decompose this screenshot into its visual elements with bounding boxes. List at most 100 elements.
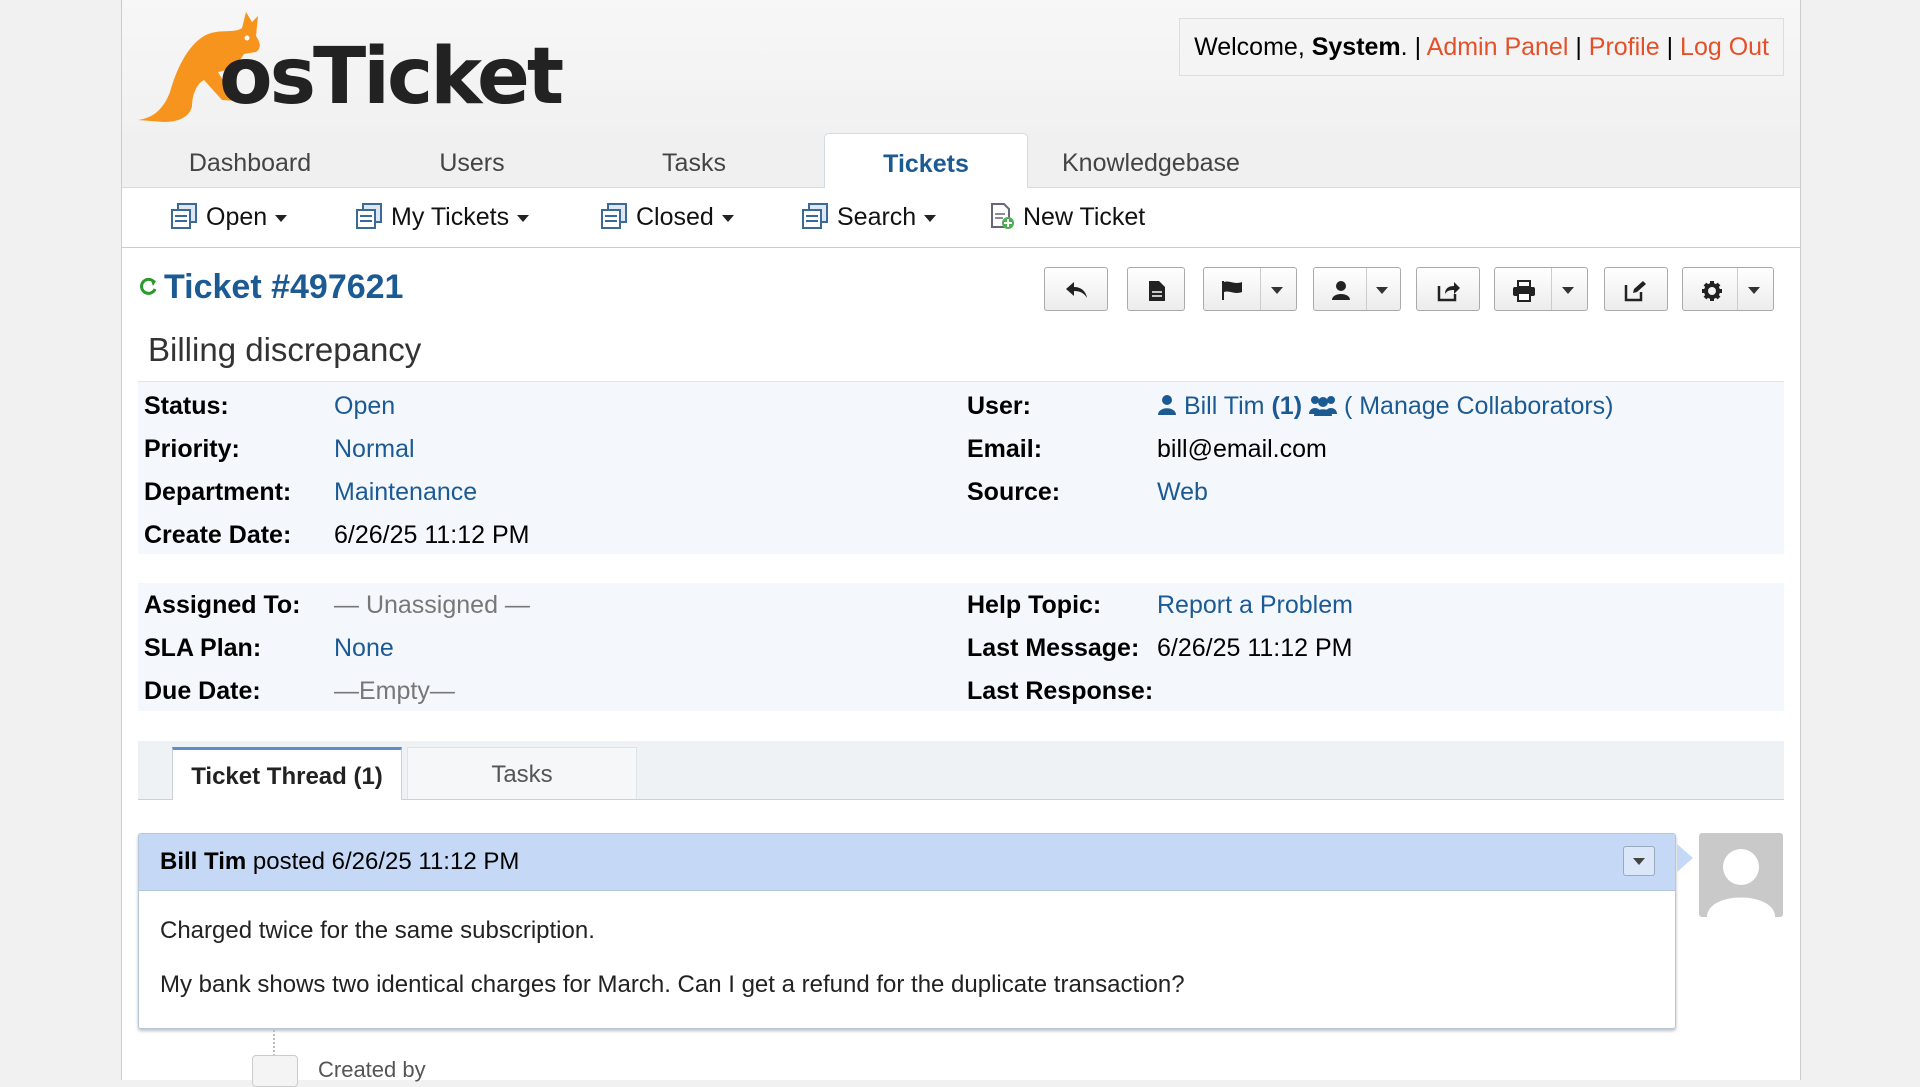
email-label: Email: (967, 435, 1043, 463)
page: osTicket Welcome, System. | Admin Panel … (121, 0, 1801, 1087)
chevron-down-icon (1376, 287, 1388, 294)
admin-panel-link[interactable]: Admin Panel (1427, 33, 1569, 61)
file-icon (1149, 281, 1165, 301)
transfer-button[interactable] (1416, 267, 1480, 311)
ticket-actions (1044, 267, 1774, 313)
assign-button[interactable] (1313, 267, 1401, 311)
print-icon (1513, 280, 1535, 302)
user-name-link[interactable]: Bill Tim (1184, 392, 1265, 420)
chevron-down-icon (517, 214, 530, 222)
refresh-icon[interactable] (138, 275, 158, 297)
subnav-new-ticket-label: New Ticket (1023, 203, 1146, 231)
user-icon (1158, 395, 1176, 415)
tickets-icon (601, 203, 627, 230)
share-icon (1437, 282, 1460, 302)
print-button[interactable] (1494, 267, 1588, 311)
profile-link[interactable]: Profile (1589, 33, 1660, 61)
sub-nav: Open My Tickets Closed Search New Ticket (122, 188, 1800, 248)
reply-icon (1066, 282, 1087, 298)
subnav-open[interactable]: Open (170, 188, 288, 247)
sla-plan-label: SLA Plan: (144, 634, 262, 662)
subnav-closed-label: Closed (636, 203, 714, 231)
chevron-down-icon (1748, 287, 1760, 294)
thread-entry-header: Bill Tim posted 6/26/25 11:12 PM (139, 834, 1693, 891)
ticket-subject: Billing discrepancy (148, 331, 422, 368)
create-date-value: 6/26/25 11:12 PM (334, 521, 530, 549)
last-response-label: Last Response: (967, 677, 1154, 705)
last-message-value: 6/26/25 11:12 PM (1157, 634, 1353, 662)
subnav-closed[interactable]: Closed (600, 188, 734, 247)
tab-dashboard[interactable]: Dashboard (150, 133, 350, 187)
assigned-to-value[interactable]: — Unassigned — (334, 591, 530, 620)
priority-value[interactable]: Normal (334, 435, 415, 464)
entry-posted: posted 6/26/25 11:12 PM (252, 848, 520, 875)
source-value[interactable]: Web (1157, 478, 1208, 507)
logo-text: osTicket (219, 32, 564, 122)
subnav-search[interactable]: Search (801, 188, 937, 247)
department-value[interactable]: Maintenance (334, 478, 477, 507)
header: osTicket Welcome, System. | Admin Panel … (122, 0, 1800, 134)
chevron-down-icon (275, 214, 288, 222)
status-value[interactable]: Open (334, 392, 395, 421)
collaborators-icon[interactable] (1308, 394, 1337, 416)
tab-users[interactable]: Users (372, 133, 572, 187)
edit-icon (1624, 281, 1646, 302)
user-value: Bill Tim (1) ( Manage Collaborators) (1157, 392, 1614, 421)
help-topic-value[interactable]: Report a Problem (1157, 591, 1353, 620)
welcome-suffix: . (1400, 33, 1408, 61)
tab-tickets[interactable]: Tickets (824, 133, 1028, 189)
welcome-user: System (1311, 33, 1401, 61)
ticket-title[interactable]: Ticket #497621 (138, 268, 403, 307)
due-date-value[interactable]: —Empty— (334, 677, 455, 706)
subnav-my-tickets[interactable]: My Tickets (355, 188, 530, 247)
tickets-icon (802, 203, 828, 230)
tickets-icon (356, 203, 382, 230)
post-note-button[interactable] (1127, 267, 1185, 311)
chevron-down-icon (1633, 858, 1645, 865)
event-text: Created by (318, 1056, 426, 1082)
last-message-label: Last Message: (967, 634, 1140, 662)
chevron-down-icon (924, 214, 937, 222)
ticket-info-secondary: Assigned To: — Unassigned — SLA Plan: No… (138, 583, 1784, 711)
gear-icon (1702, 281, 1722, 301)
entry-pointer (1677, 844, 1693, 872)
user-ticket-count: (1) (1271, 392, 1303, 420)
manage-collaborators-link[interactable]: ( Manage Collaborators) (1344, 392, 1614, 420)
flag-icon (1222, 281, 1242, 300)
ticket-info-primary: Status: Open Priority: Normal Department… (138, 381, 1784, 554)
sla-plan-value[interactable]: None (334, 634, 394, 663)
source-label: Source: (967, 478, 1061, 506)
tab-ticket-thread[interactable]: Ticket Thread (1) (172, 747, 402, 800)
status-label: Status: (144, 392, 229, 420)
reply-button[interactable] (1044, 267, 1108, 311)
chevron-down-icon (1562, 287, 1574, 294)
assigned-to-label: Assigned To: (144, 591, 301, 619)
log-out-link[interactable]: Log Out (1680, 33, 1769, 61)
department-label: Department: (144, 478, 292, 506)
more-settings-button[interactable] (1682, 267, 1774, 311)
user-icon (1332, 281, 1350, 300)
edit-button[interactable] (1604, 267, 1668, 311)
chevron-down-icon (1271, 287, 1283, 294)
ticket-number: Ticket #497621 (164, 268, 404, 306)
edit-icon (252, 1055, 298, 1087)
subnav-new-ticket[interactable]: New Ticket (989, 188, 1145, 247)
entry-line-2: My bank shows two identical charges for … (160, 971, 1185, 998)
entry-author: Bill Tim (160, 848, 247, 875)
help-topic-label: Help Topic: (967, 591, 1102, 619)
thread-entry: Bill Tim posted 6/26/25 11:12 PM Charged… (138, 833, 1693, 1029)
welcome-bar: Welcome, System. | Admin Panel | Profile… (1179, 18, 1784, 76)
tab-tasks[interactable]: Tasks (594, 133, 794, 187)
create-date-label: Create Date: (144, 521, 292, 549)
subnav-my-tickets-label: My Tickets (391, 203, 510, 231)
osticket-logo[interactable]: osTicket (134, 8, 564, 128)
entry-options-button[interactable] (1623, 846, 1655, 876)
thread-event: Created by (252, 1055, 426, 1087)
tab-knowledgebase[interactable]: Knowledgebase (1050, 133, 1302, 187)
change-status-button[interactable] (1203, 267, 1297, 311)
new-ticket-icon (991, 203, 1014, 230)
user-label: User: (967, 392, 1031, 420)
tab-thread-tasks[interactable]: Tasks (407, 747, 637, 799)
default-avatar-icon (1707, 849, 1775, 917)
due-date-label: Due Date: (144, 677, 261, 705)
